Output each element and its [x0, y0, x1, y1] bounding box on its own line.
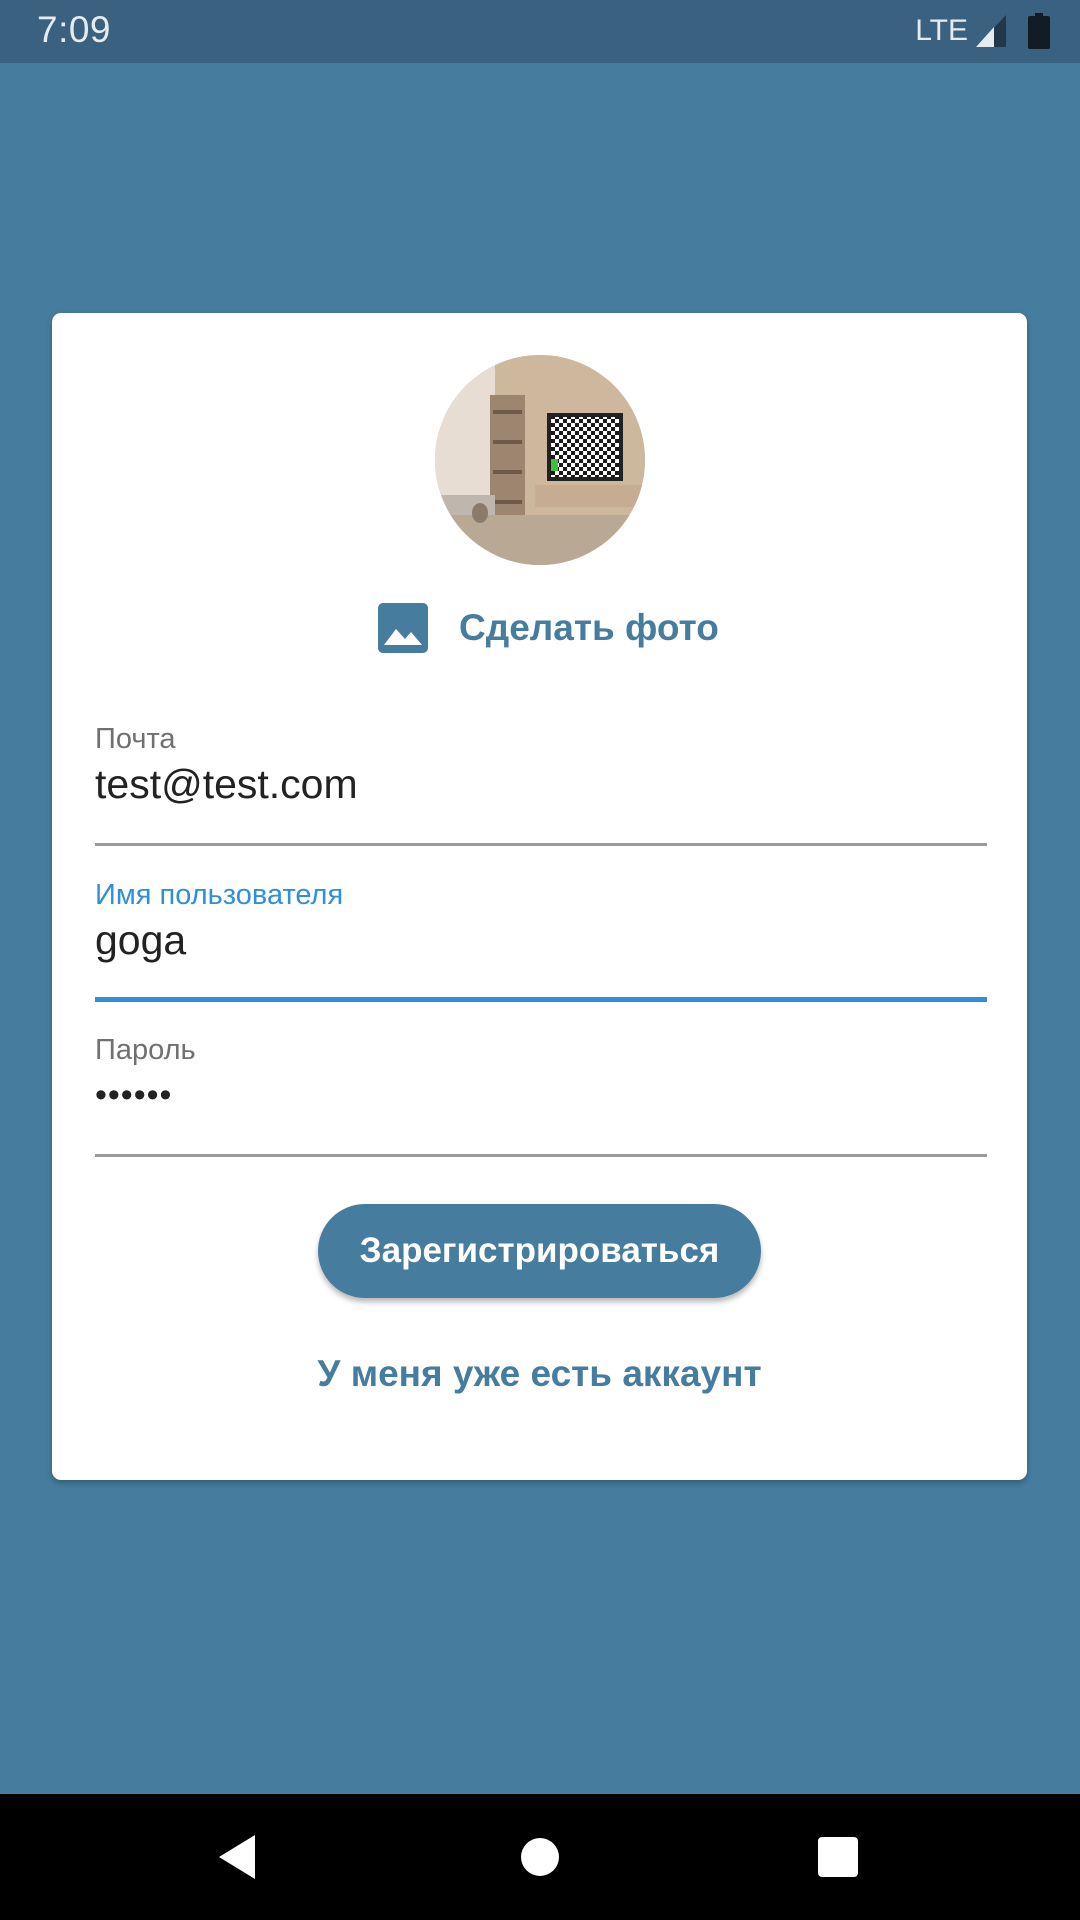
registration-card: Сделать фото Почта test@test.com Имя пол…: [52, 313, 1027, 1480]
room-photo-image: [435, 355, 645, 565]
take-photo-button[interactable]: Сделать фото: [378, 603, 719, 653]
username-underline: [95, 997, 987, 1002]
home-icon[interactable]: [512, 1829, 568, 1885]
profile-photo[interactable]: [435, 355, 645, 565]
back-icon[interactable]: [211, 1829, 267, 1885]
status-icons: LTE: [915, 10, 1050, 52]
signal-icon: [976, 15, 1006, 47]
take-photo-label: Сделать фото: [459, 607, 719, 648]
email-label: Почта: [95, 723, 176, 755]
battery-icon: [1028, 13, 1050, 49]
username-input[interactable]: goga: [95, 917, 186, 964]
network-type: LTE: [915, 14, 968, 47]
image-icon: [378, 603, 428, 653]
email-underline: [95, 843, 987, 846]
password-underline: [95, 1154, 987, 1157]
status-time: 7:09: [37, 9, 112, 50]
password-input[interactable]: ••••••: [95, 1076, 172, 1115]
email-field[interactable]: Почта test@test.com: [95, 723, 987, 853]
password-label: Пароль: [95, 1034, 196, 1066]
username-field[interactable]: Имя пользователя goga: [95, 879, 987, 1009]
password-field[interactable]: Пароль ••••••: [95, 1034, 987, 1164]
username-label: Имя пользователя: [95, 879, 344, 911]
navigation-bar: [0, 1794, 1080, 1920]
register-button[interactable]: Зарегистрироваться: [318, 1204, 761, 1298]
recents-icon[interactable]: [810, 1829, 866, 1885]
email-input[interactable]: test@test.com: [95, 761, 358, 808]
have-account-link[interactable]: У меня уже есть аккаунт: [52, 1353, 1027, 1395]
status-bar: 7:09 LTE: [0, 0, 1080, 63]
